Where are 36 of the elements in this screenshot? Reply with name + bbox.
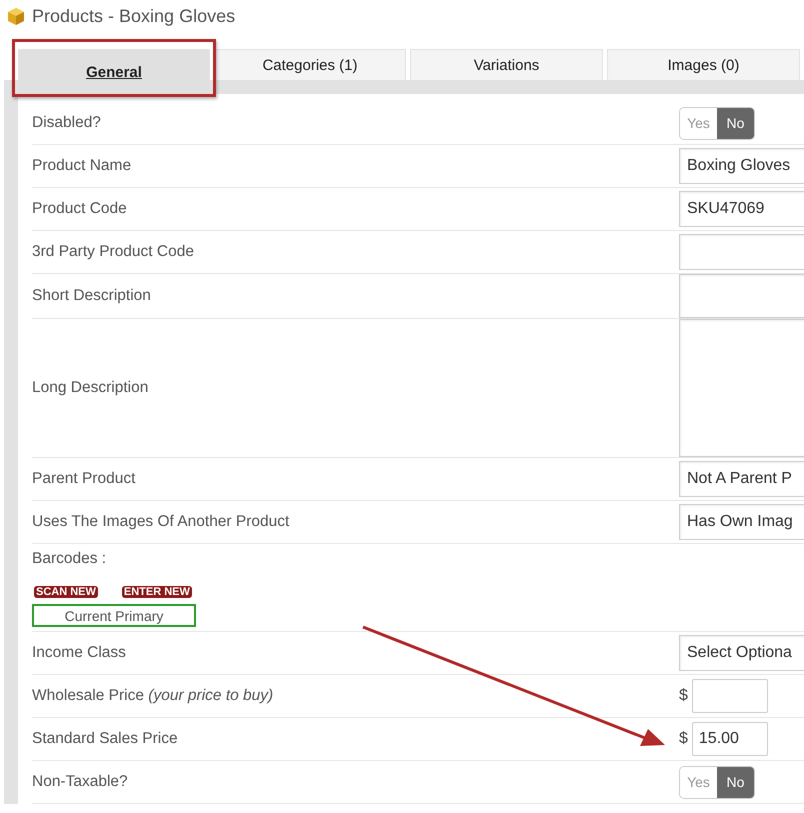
current-primary-button[interactable]: Current Primary [32, 604, 196, 627]
field-label: Standard Sales Price [32, 730, 179, 748]
currency-symbol: $ [679, 730, 688, 748]
field-label: Non-Taxable? [32, 773, 129, 791]
tab[interactable]: General [18, 49, 210, 94]
price-field[interactable]: 15.00 [692, 722, 768, 756]
field-label: Uses The Images Of Another Product [32, 513, 290, 531]
tab[interactable]: Images (0) [607, 49, 800, 80]
barcode-action-button[interactable]: ENTER NEW [122, 586, 192, 598]
field-label: Product Name [32, 157, 132, 175]
page-title: Products - Boxing Gloves [32, 6, 236, 26]
text-area[interactable] [679, 319, 804, 457]
field-label: Barcodes : [32, 550, 106, 568]
text-area[interactable] [679, 274, 804, 318]
text-field[interactable]: Boxing Gloves [679, 148, 804, 184]
field-label: Disabled? [32, 114, 102, 132]
select-field[interactable]: Not A Parent P [679, 461, 804, 497]
toggle-option[interactable]: No [717, 108, 754, 138]
text-field[interactable] [679, 234, 804, 270]
field-label: Parent Product [32, 470, 136, 488]
select-field[interactable]: Select Optiona [679, 635, 804, 671]
field-label: Long Description [32, 379, 150, 397]
field-label: Product Code [32, 200, 128, 218]
box-icon [6, 6, 26, 26]
barcode-action-button[interactable]: SCAN NEW [34, 586, 98, 598]
select-field[interactable]: Has Own Imag [679, 504, 804, 540]
tab[interactable]: Categories (1) [214, 49, 406, 80]
text-field[interactable]: SKU47069 [679, 191, 804, 227]
field-label: 3rd Party Product Code [32, 243, 195, 261]
field-label: Wholesale Price (your price to buy) [32, 687, 274, 705]
currency-symbol: $ [679, 687, 688, 705]
price-field[interactable] [692, 679, 768, 713]
tab[interactable]: Variations [410, 49, 603, 80]
field-label: Short Description [32, 287, 152, 305]
field-label: Income Class [32, 644, 127, 662]
toggle-option[interactable]: No [717, 766, 754, 798]
